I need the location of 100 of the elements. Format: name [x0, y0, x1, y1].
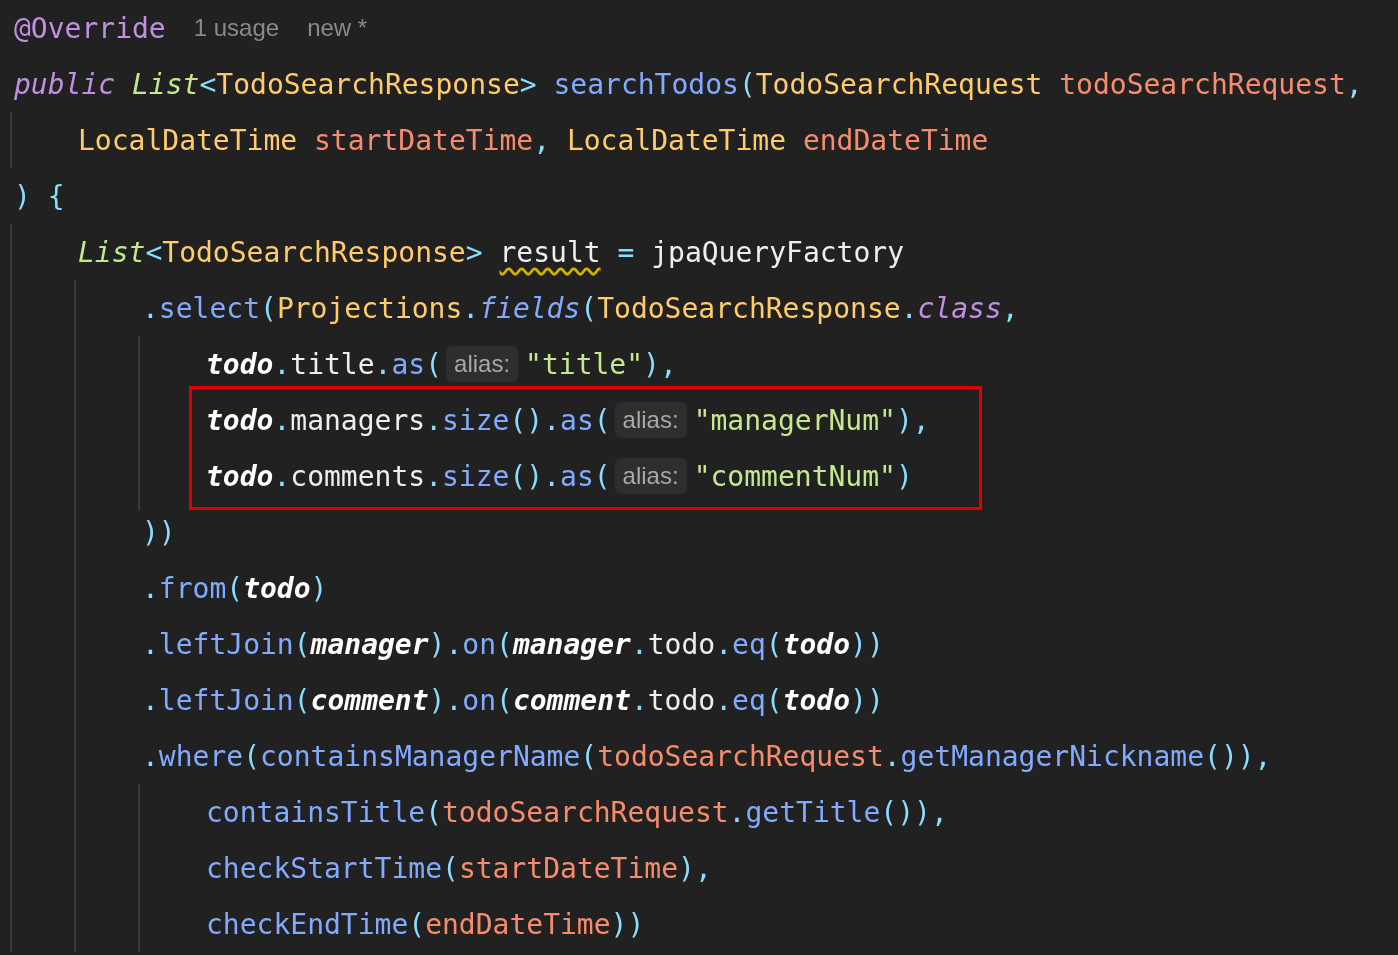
- code-token: jpaQueryFactory: [651, 235, 905, 269]
- code-token: (: [580, 739, 598, 773]
- code-token: (: [293, 627, 311, 661]
- code-token: manager: [310, 627, 429, 661]
- code-token: title: [290, 347, 375, 381]
- code-token: TodoSearchResponse: [597, 291, 901, 325]
- code-token: as: [560, 403, 594, 437]
- code-token: (: [425, 347, 443, 381]
- code-token: TodoSearchResponse: [216, 67, 520, 101]
- code-token: public: [14, 67, 117, 101]
- code-token: "managerNum": [693, 403, 896, 437]
- code-token: checkEndTime: [206, 907, 409, 941]
- code-token: ),: [678, 851, 712, 885]
- code-token: (: [580, 291, 598, 325]
- code-token: todo: [206, 347, 274, 381]
- code-token: =: [616, 235, 636, 269]
- code-token: (: [293, 683, 311, 717]
- code-token: Projections: [276, 291, 463, 325]
- code-token: LocalDateTime: [78, 123, 299, 157]
- code-token: ,: [1001, 291, 1019, 325]
- code-token: TodoSearchRequest: [755, 67, 1044, 101]
- code-token: ): [895, 459, 913, 493]
- code-token: eq: [732, 683, 766, 717]
- code-token: .: [715, 627, 733, 661]
- code-token: leftJoin: [158, 627, 294, 661]
- code-token: todoSearchRequest: [442, 795, 729, 829]
- code-token: ).: [428, 627, 463, 661]
- code-token: ),: [895, 403, 930, 437]
- code-token: ).: [428, 683, 463, 717]
- code-token: todo: [647, 683, 716, 717]
- code-token: searchTodos: [553, 67, 739, 101]
- code-token: as: [560, 459, 594, 493]
- code-token: (: [496, 683, 513, 717]
- code-vision-text: 1 usage: [193, 14, 280, 42]
- code-token: )): [850, 683, 884, 717]
- code-token: ()),: [1204, 739, 1272, 773]
- code-token: todo: [782, 683, 851, 717]
- code-token: todoSearchRequest: [597, 739, 884, 773]
- code-token: ().: [509, 459, 561, 493]
- code-token: ,: [1345, 67, 1363, 101]
- code-token: (: [765, 683, 783, 717]
- code-token: on: [462, 683, 497, 717]
- code-token: TodoSearchResponse: [162, 235, 466, 269]
- code-token: LocalDateTime: [566, 123, 788, 157]
- code-token: @Override: [14, 11, 166, 45]
- code-token: ): [310, 571, 328, 605]
- code-token: (: [226, 571, 244, 605]
- code-token: ().: [509, 403, 561, 437]
- code-token: List: [78, 235, 146, 269]
- code-token: .: [630, 627, 648, 661]
- code-token: size: [442, 403, 510, 437]
- code-token: todo: [782, 627, 851, 661]
- code-token: comment: [310, 683, 429, 717]
- code-token: (: [425, 795, 442, 829]
- code-token: .: [425, 403, 442, 437]
- parameter-hint: alias:: [614, 402, 687, 438]
- code-token: .: [273, 403, 291, 437]
- code-token: .: [462, 291, 480, 325]
- code-token: (: [496, 627, 513, 661]
- code-token: managers: [290, 403, 426, 437]
- code-token: .: [142, 571, 159, 605]
- code-token: ()),: [880, 795, 948, 829]
- code-token: "title": [525, 347, 644, 381]
- code-token: .: [273, 459, 291, 493]
- code-token: startDateTime: [458, 851, 679, 885]
- code-token: )): [142, 515, 176, 549]
- code-token: >: [465, 235, 484, 269]
- code-token: (: [260, 291, 277, 325]
- code-token: result: [499, 235, 601, 269]
- code-token: class: [917, 291, 1002, 325]
- code-token: where: [158, 739, 244, 773]
- code-token: .: [883, 739, 901, 773]
- code-token: .: [630, 683, 648, 717]
- code-token: .: [273, 347, 291, 381]
- code-token: (: [408, 907, 426, 941]
- code-token: select: [158, 291, 260, 325]
- code-token: size: [442, 459, 510, 493]
- code-token: on: [462, 627, 497, 661]
- code-token: <: [199, 67, 217, 101]
- code-token: (: [593, 459, 611, 493]
- code-token: "commentNum": [693, 459, 896, 493]
- code-token: (: [442, 851, 459, 885]
- code-token: containsTitle: [206, 795, 426, 829]
- code-token: .: [142, 739, 159, 773]
- code-token: containsManagerName: [260, 739, 581, 773]
- code-token: <: [145, 235, 163, 269]
- code-vision-text: new *: [307, 14, 368, 42]
- code-token: .: [728, 795, 746, 829]
- code-token: todo: [206, 459, 274, 493]
- parameter-hint: alias:: [446, 346, 519, 382]
- code-token: from: [158, 571, 227, 605]
- code-token: (: [593, 403, 611, 437]
- code-token: endDateTime: [802, 123, 989, 157]
- code-token: comments: [290, 459, 426, 493]
- code-token: comment: [512, 683, 631, 717]
- code-token: List: [132, 67, 200, 101]
- code-token: todo: [243, 571, 311, 605]
- parameter-hint: alias:: [614, 458, 687, 494]
- code-token: .: [142, 291, 159, 325]
- code-token: todo: [206, 403, 274, 437]
